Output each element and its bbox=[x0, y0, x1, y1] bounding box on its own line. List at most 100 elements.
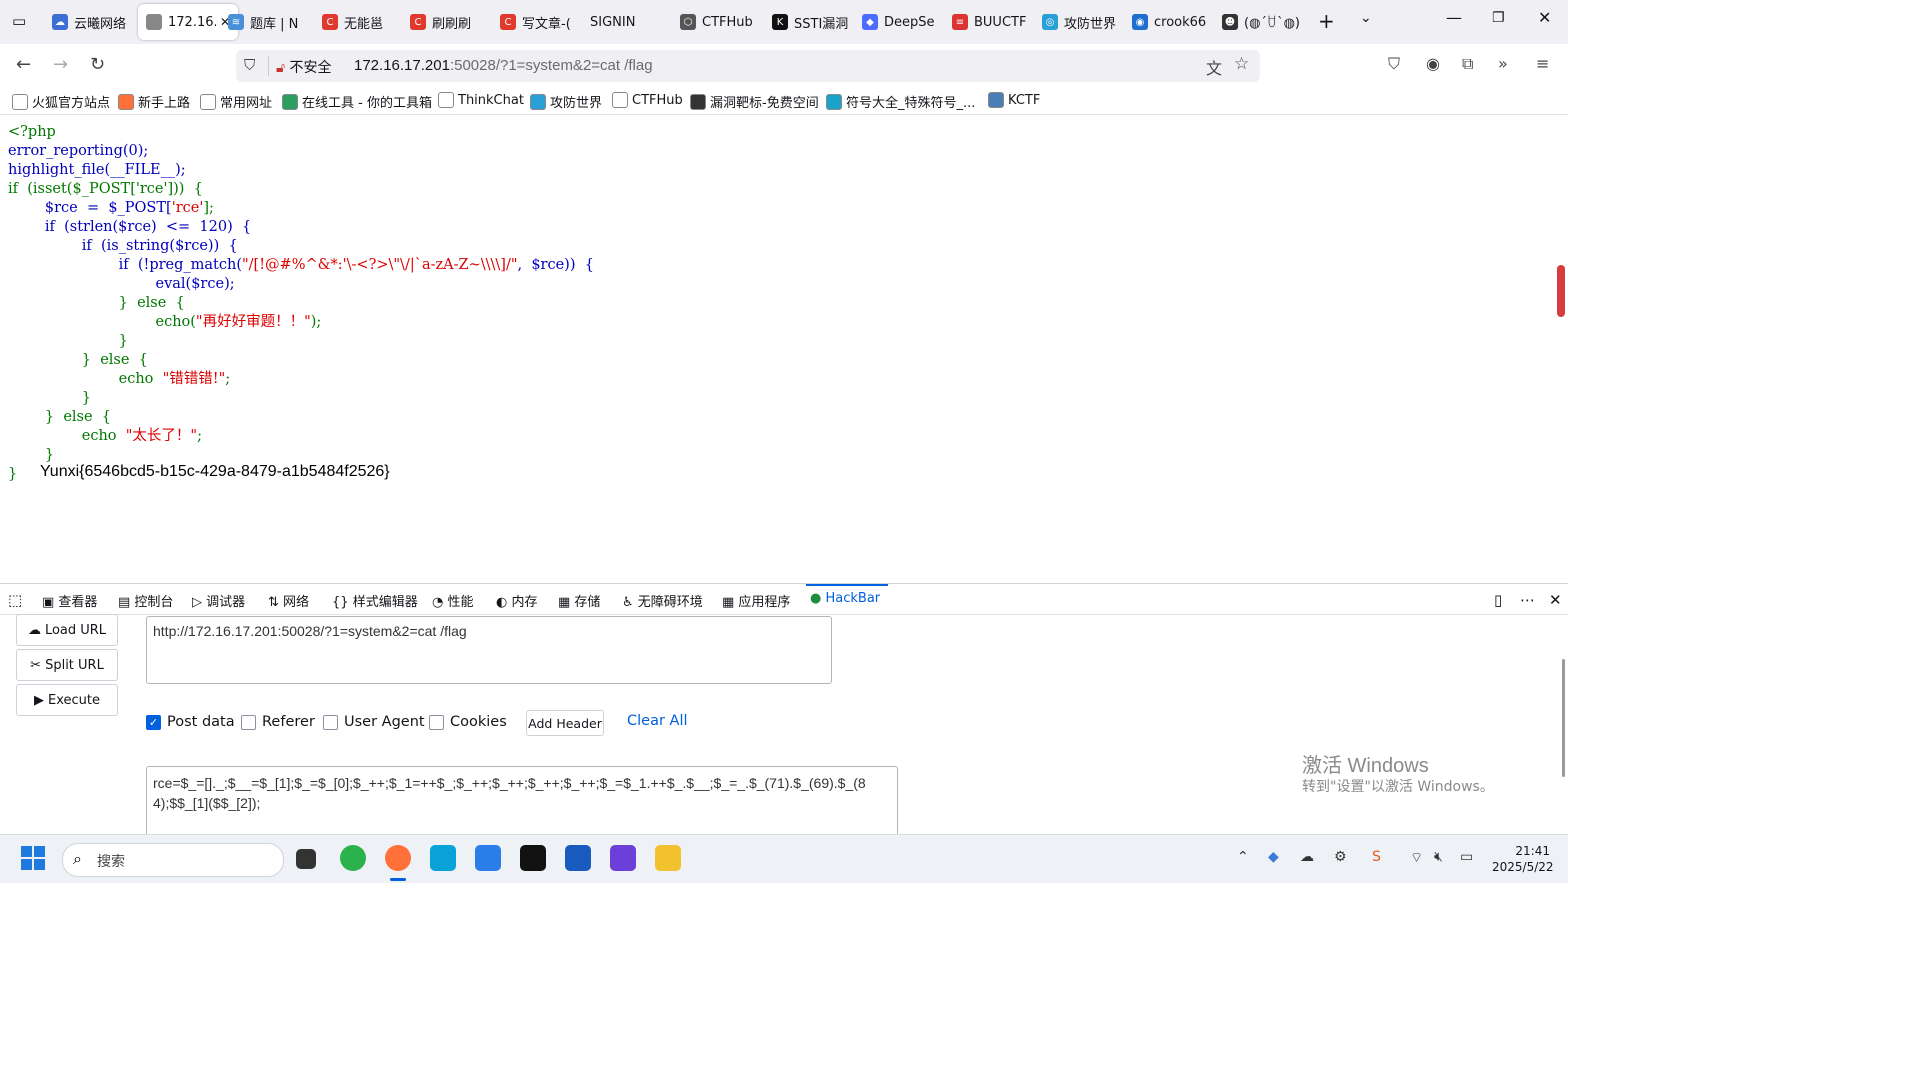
tray-app-icon[interactable]: ⚙ bbox=[1334, 849, 1347, 865]
minimize-icon[interactable]: — bbox=[1446, 8, 1462, 27]
browser-tab[interactable]: ☻ (◍´ꇴ`◍) bbox=[1222, 4, 1308, 40]
close-window-icon[interactable]: ✕ bbox=[1538, 8, 1551, 27]
browser-tab[interactable]: ≡ BUUCTF bbox=[952, 4, 1028, 40]
browser-tab[interactable]: K SSTI漏洞 bbox=[772, 4, 848, 40]
windows-start-icon[interactable] bbox=[20, 845, 46, 871]
browser-tab[interactable]: ≋ 题库 | N bbox=[228, 4, 308, 40]
execute-button[interactable]: ▶ Execute bbox=[16, 684, 118, 716]
address-bar[interactable]: ⛉ 🔓︎ 不安全 172.16.17.201:50028/?1=system&2… bbox=[236, 50, 1260, 82]
code-line-1: <?php bbox=[8, 124, 56, 140]
element-picker-icon[interactable]: ⬚ bbox=[8, 591, 22, 609]
user-agent-checkbox[interactable]: User Agent bbox=[323, 714, 425, 730]
code-token: ]; bbox=[203, 200, 214, 216]
devtools-tab[interactable]: ▦ 应用程序 bbox=[722, 591, 790, 610]
volume-muted-icon[interactable]: 🔇︎ bbox=[1434, 849, 1443, 865]
devtools-tab[interactable]: ⇅ 网络 bbox=[268, 591, 309, 610]
tab-title: BUUCTF bbox=[974, 14, 1027, 30]
page-scrollbar[interactable] bbox=[1557, 265, 1565, 317]
add-header-button[interactable]: Add Header bbox=[526, 710, 604, 736]
hackbar-body-input[interactable]: rce=$_=[]._;$__=$_[1];$_=$_[0];$_++;$_1=… bbox=[146, 766, 898, 836]
reload-icon[interactable]: ↻ bbox=[90, 54, 105, 75]
forward-icon[interactable]: → bbox=[53, 54, 68, 75]
browser-tab[interactable]: ☁ 云曦网络 bbox=[52, 4, 132, 40]
chevron-down-icon[interactable]: ⌄ bbox=[1360, 10, 1372, 26]
copilot-icon[interactable]: ◆ bbox=[1268, 849, 1279, 865]
browser-tab[interactable]: ◎ 攻防世界 bbox=[1042, 4, 1118, 40]
virtualbox-icon[interactable] bbox=[430, 845, 456, 871]
browser-tab[interactable]: C 刷刷刷 bbox=[410, 4, 486, 40]
browser-tab[interactable]: 172.16.17✕ bbox=[138, 4, 238, 40]
bookmark-item[interactable]: 符号大全_特殊符号_... bbox=[826, 92, 975, 111]
referer-checkbox[interactable]: Referer bbox=[241, 714, 315, 730]
restore-icon[interactable]: ❐ bbox=[1492, 10, 1505, 26]
browser-tab[interactable]: C 写文章-( bbox=[500, 4, 576, 40]
devtools-tab[interactable]: ◔ 性能 bbox=[432, 591, 474, 610]
browser-tab[interactable]: C 无能邕 bbox=[322, 4, 396, 40]
split-url-button[interactable]: ✂ Split URL bbox=[16, 649, 118, 681]
task-view-icon[interactable] bbox=[296, 849, 316, 869]
devtools-tab[interactable]: ▦ 存储 bbox=[558, 591, 600, 610]
tray-expand-icon[interactable]: ⌃ bbox=[1237, 849, 1249, 865]
account-icon[interactable]: ◉ bbox=[1426, 54, 1440, 73]
bookmark-item[interactable]: 在线工具 - 你的工具箱 bbox=[282, 92, 432, 111]
load-url-button[interactable]: ☁ Load URL bbox=[16, 614, 118, 646]
tracking-shield-icon[interactable]: ⛉ bbox=[244, 56, 255, 74]
insecure-label[interactable]: 🔓︎ 不安全 bbox=[276, 57, 332, 77]
app-icon[interactable] bbox=[610, 845, 636, 871]
wechat-icon[interactable] bbox=[340, 845, 366, 871]
bookmark-item[interactable]: 火狐官方站点 bbox=[12, 92, 110, 111]
pocket-icon[interactable]: ⛉ bbox=[1388, 54, 1400, 74]
devtools-tab[interactable]: ▷ 调试器 bbox=[192, 591, 245, 610]
taskbar-clock[interactable]: 21:41 2025/5/22 bbox=[1492, 843, 1554, 875]
code-line-8: if (!preg_match("/[!@#%^&*:'\-<?>\"\/|`a… bbox=[8, 256, 594, 275]
firefox-icon[interactable] bbox=[385, 845, 411, 871]
bookmark-item[interactable]: 新手上路 bbox=[118, 92, 190, 111]
browser-tab[interactable]: ◆ DeepSe bbox=[862, 4, 938, 40]
devtools-tab[interactable]: ● HackBar bbox=[810, 591, 880, 606]
devtools-tab[interactable]: ▣ 查看器 bbox=[42, 591, 97, 610]
post-data-checkbox[interactable]: ✓ Post data bbox=[146, 714, 235, 730]
new-tab-icon[interactable]: + bbox=[1318, 9, 1335, 33]
browser-tab[interactable]: SIGNIN bbox=[590, 4, 660, 40]
close-devtools-icon[interactable]: ✕ bbox=[1549, 591, 1562, 609]
devtools-tab[interactable]: ▤ 控制台 bbox=[118, 591, 173, 610]
extensions-icon[interactable]: ⧉ bbox=[1462, 54, 1473, 74]
devtools-tab[interactable]: {} 样式编辑器 bbox=[332, 591, 418, 610]
bookmark-item[interactable]: ThinkChat bbox=[438, 92, 524, 108]
devtools-scrollbar[interactable] bbox=[1562, 659, 1565, 777]
devtools-tab[interactable]: ◐ 内存 bbox=[496, 591, 538, 610]
clear-all-link[interactable]: Clear All bbox=[627, 713, 688, 729]
menu-icon[interactable]: ≡ bbox=[1536, 54, 1549, 73]
bookmark-star-icon[interactable]: ☆ bbox=[1234, 54, 1249, 74]
code-token: echo bbox=[8, 371, 163, 387]
back-icon[interactable]: ← bbox=[16, 54, 31, 75]
browser-tab[interactable]: ◉ crook66 bbox=[1132, 4, 1208, 40]
url-text[interactable]: 172.16.17.201:50028/?1=system&2=cat /fla… bbox=[354, 57, 653, 74]
overflow-chevron-icon[interactable]: » bbox=[1498, 54, 1508, 73]
battery-icon[interactable]: ▭ bbox=[1460, 849, 1473, 865]
bookmark-item[interactable]: CTFHub bbox=[612, 92, 683, 108]
wifi-icon[interactable]: ⌔ bbox=[1410, 849, 1423, 867]
bookmark-item[interactable]: 攻防世界 bbox=[530, 92, 602, 111]
more-options-icon[interactable]: ⋯ bbox=[1520, 591, 1535, 609]
browser-tab[interactable]: ⬡ CTFHub bbox=[680, 4, 756, 40]
devtools-tab-icon: ◐ bbox=[496, 595, 512, 610]
taskbar-search[interactable]: ⌕ 搜索 bbox=[62, 843, 284, 877]
tab-favicon-icon: ☻ bbox=[1222, 14, 1238, 30]
devtools-tab[interactable]: ♿ 无障碍环境 bbox=[622, 591, 703, 610]
tab-list-icon[interactable]: ▭ bbox=[12, 12, 26, 30]
pycharm-icon[interactable] bbox=[520, 845, 546, 871]
hackbar-url-input[interactable]: http://172.16.17.201:50028/?1=system&2=c… bbox=[146, 616, 832, 684]
bookmark-item[interactable]: 常用网址 bbox=[200, 92, 272, 111]
word-icon[interactable] bbox=[565, 845, 591, 871]
file-explorer-icon[interactable] bbox=[655, 845, 681, 871]
dock-icon[interactable]: ▯ bbox=[1494, 591, 1502, 609]
bookmark-label: 火狐官方站点 bbox=[32, 96, 111, 111]
translate-icon[interactable]: 文 bbox=[1206, 55, 1222, 79]
notepad-icon[interactable] bbox=[475, 845, 501, 871]
bookmark-item[interactable]: 漏洞靶标-免费空间 bbox=[690, 92, 819, 111]
cookies-checkbox[interactable]: Cookies bbox=[429, 714, 507, 730]
input-method-icon[interactable]: S bbox=[1372, 849, 1381, 865]
bookmark-item[interactable]: KCTF bbox=[988, 92, 1040, 108]
cloud-icon[interactable]: ☁ bbox=[1300, 849, 1314, 865]
